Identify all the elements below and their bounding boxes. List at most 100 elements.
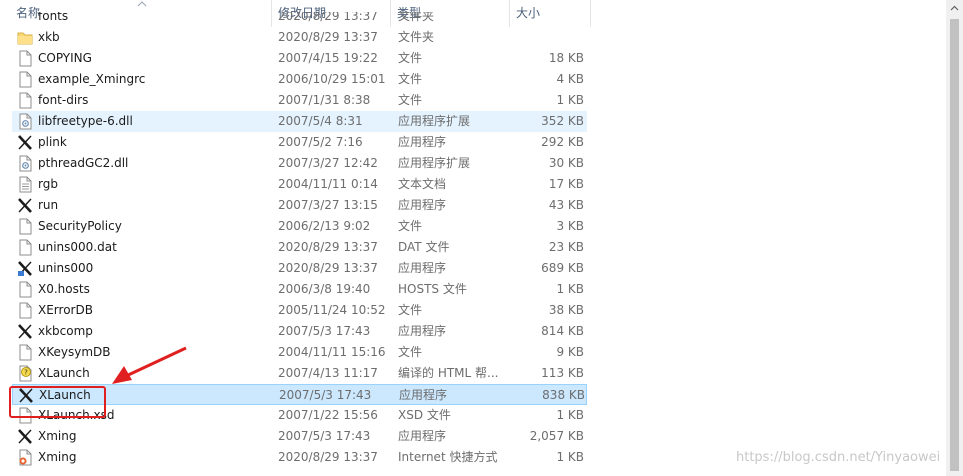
sort-ascending-icon [137,1,147,7]
list-item[interactable]: rgb 2004/11/11 0:14 文本文档 17 KB [12,174,587,195]
file-date: 2007/1/22 15:56 [278,408,378,422]
file-type: 文件 [398,51,423,65]
file-name: run [38,198,59,212]
file-type: 应用程序扩展 [398,156,471,170]
file-icon [19,71,32,88]
file-size: 2,057 KB [529,429,584,443]
file-name: rgb [38,177,58,191]
file-size: 3 KB [556,219,584,233]
file-size: 1 KB [556,93,584,107]
file-date: 2007/1/31 8:38 [278,93,371,107]
file-name: unins000 [38,261,94,275]
file-date: 2006/2/13 9:02 [278,219,371,233]
file-type: 应用程序 [398,261,447,275]
file-name: libfreetype-6.dll [38,114,133,128]
list-item[interactable]: Xming 2007/5/3 17:43 应用程序 2,057 KB [12,426,587,447]
help-file-icon: ? [19,365,32,382]
file-size: 814 KB [541,324,584,338]
file-size: 23 KB [548,240,584,254]
watermark: https://blog.csdn.net/Yinyaowei [736,450,941,465]
file-type: 应用程序 [398,324,447,338]
vertical-scrollbar[interactable] [946,0,963,476]
file-type: 文件 [398,72,423,86]
file-size: 4 KB [556,72,584,86]
file-date: 2007/3/27 12:42 [278,156,378,170]
file-icon [19,302,32,319]
list-item[interactable]: plink 2007/5/2 7:16 应用程序 292 KB [12,132,587,153]
file-name: unins000.dat [38,240,117,254]
file-name: SecurityPolicy [38,219,122,233]
file-name: pthreadGC2.dll [38,156,129,170]
highlight-box [9,386,106,418]
file-type: 文本文档 [398,177,447,191]
text-file-icon [19,176,32,193]
list-item[interactable]: unins000 2020/8/29 13:37 应用程序 689 KB [12,258,587,279]
column-separator[interactable] [590,0,591,27]
file-size: 1 KB [556,450,584,464]
uninstall-icon [18,261,32,276]
file-name: xkbcomp [38,324,93,338]
file-name: Xming [38,429,77,443]
list-item[interactable]: xkbcomp 2007/5/3 17:43 应用程序 814 KB [12,321,587,342]
file-type: XSD 文件 [398,408,451,422]
file-type: 应用程序扩展 [398,114,471,128]
file-type: 应用程序 [398,198,447,212]
file-type: 文件 [398,345,423,359]
list-item[interactable]: unins000.dat 2020/8/29 13:37 DAT 文件 23 KB [12,237,587,258]
list-item[interactable]: SecurityPolicy 2006/2/13 9:02 文件 3 KB [12,216,587,237]
file-size: 1 KB [556,282,584,296]
file-size: 113 KB [541,366,584,380]
file-type: 应用程序 [398,429,447,443]
list-item[interactable]: example_Xmingrc 2006/10/29 15:01 文件 4 KB [12,69,587,90]
file-date: 2007/5/2 7:16 [278,135,363,149]
list-item[interactable]: XErrorDB 2005/11/24 10:52 文件 38 KB [12,300,587,321]
list-item[interactable]: X0.hosts 2006/3/8 19:40 HOSTS 文件 1 KB [12,279,587,300]
file-name: XKeysymDB [38,345,111,359]
file-size: 292 KB [541,135,584,149]
file-date: 2007/5/4 8:31 [278,114,363,128]
file-name: plink [38,135,67,149]
file-date: 2007/4/13 11:17 [278,366,378,380]
xming-app-icon [18,429,32,444]
file-date: 2005/11/24 10:52 [278,303,386,317]
file-size: 38 KB [548,303,584,317]
file-type: 文件夹 [398,30,435,44]
file-date: 2020/8/29 13:37 [278,12,378,23]
list-item[interactable]: xkb 2020/8/29 13:37 文件夹 [12,27,587,48]
list-item-partial[interactable]: fonts 2020/8/29 13:37 文件夹 [12,12,587,27]
file-type: 编译的 HTML 帮... [398,366,499,380]
list-item[interactable]: libfreetype-6.dll 2007/5/4 8:31 应用程序扩展 352 … [12,111,587,132]
scroll-thumb[interactable] [950,19,959,471]
file-name: X0.hosts [38,282,90,296]
file-name: xkb [38,30,60,44]
file-type: 应用程序 [398,135,447,149]
file-type: Internet 快捷方式 [398,450,498,464]
file-size: 689 KB [541,261,584,275]
file-name: XLaunch [38,366,90,380]
file-type: HOSTS 文件 [398,282,467,296]
file-size: 352 KB [541,114,584,128]
dll-file-icon [19,155,32,172]
scroll-up-icon[interactable] [946,0,963,17]
file-date: 2007/4/15 19:22 [278,51,378,65]
list-item[interactable]: XKeysymDB 2004/11/11 15:16 文件 9 KB [12,342,587,363]
list-item[interactable]: run 2007/3/27 13:15 应用程序 43 KB [12,195,587,216]
file-name: fonts [38,12,69,23]
file-icon [19,218,32,235]
file-date: 2004/11/11 0:14 [278,177,378,191]
folder-icon [17,32,33,45]
file-size [510,27,584,48]
list-item[interactable]: COPYING 2007/4/15 19:22 文件 18 KB [12,48,587,69]
file-name: COPYING [38,51,92,65]
file-name: Xming [38,450,77,464]
file-icon [19,344,32,361]
list-item[interactable]: ? XLaunch 2007/4/13 11:17 编译的 HTML 帮... 113 … [12,363,587,384]
list-item[interactable]: pthreadGC2.dll 2007/3/27 12:42 应用程序扩展 30 KB [12,153,587,174]
file-size: 1 KB [556,408,584,422]
file-size: 17 KB [548,177,584,191]
file-size: 43 KB [548,198,584,212]
file-type: 文件 [398,93,423,107]
list-item[interactable]: font-dirs 2007/1/31 8:38 文件 1 KB [12,90,587,111]
file-date: 2004/11/11 15:16 [278,345,386,359]
list-item[interactable]: Xming 2020/8/29 13:37 Internet 快捷方式 1 KB [12,447,587,468]
